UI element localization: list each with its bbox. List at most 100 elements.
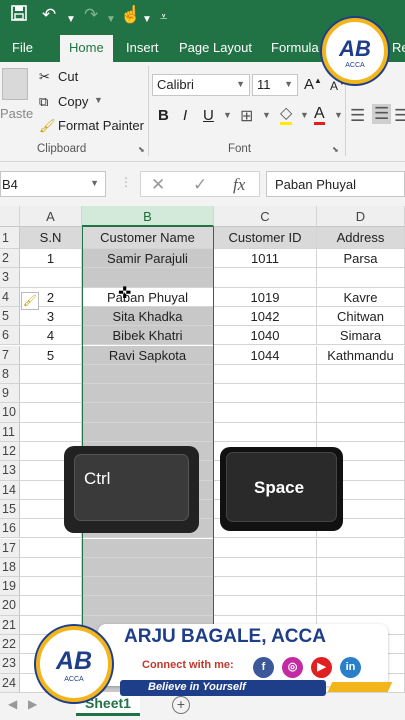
cell[interactable] (317, 268, 405, 288)
cancel-button[interactable]: ✕ (151, 175, 165, 195)
cell[interactable]: Bibek Khatri (82, 326, 214, 346)
cell[interactable]: Samir Parajuli (82, 249, 214, 269)
row-header[interactable]: 2 (0, 249, 20, 269)
save-icon[interactable] (10, 4, 28, 28)
cell[interactable]: Address (317, 227, 405, 249)
cell[interactable] (20, 403, 82, 423)
select-all-corner[interactable] (0, 206, 20, 227)
row-header[interactable]: 16 (0, 519, 20, 539)
cell[interactable] (82, 577, 214, 597)
row-header[interactable]: 10 (0, 403, 20, 423)
cell[interactable] (214, 364, 317, 385)
cell[interactable] (20, 268, 82, 288)
font-color-button[interactable]: A (314, 105, 325, 125)
row-header[interactable]: 5 (0, 306, 20, 327)
cell[interactable] (20, 384, 82, 404)
touch-mode-icon[interactable]: ☝ (120, 4, 141, 26)
cell[interactable]: 5 (20, 345, 82, 365)
font-size-select[interactable]: 11 ▼ (252, 74, 298, 96)
bold-button[interactable]: B (158, 107, 169, 124)
row-header[interactable]: 11 (0, 422, 20, 442)
cell[interactable] (20, 364, 82, 385)
chevron-down-icon[interactable]: ▼ (262, 110, 271, 120)
formula-input[interactable]: Paban Phuyal (266, 171, 405, 197)
cell[interactable] (20, 538, 82, 558)
cell[interactable] (82, 557, 214, 578)
row-header[interactable]: 14 (0, 480, 20, 500)
fill-color-icon[interactable]: ◇ (280, 106, 293, 125)
add-sheet-button[interactable]: + (172, 696, 190, 714)
cell[interactable] (20, 422, 82, 442)
cell[interactable] (82, 364, 214, 385)
row-header[interactable]: 19 (0, 577, 20, 597)
font-name-select[interactable]: Calibri ▼ (152, 74, 250, 96)
facebook-icon[interactable]: f (253, 657, 274, 678)
row-header[interactable]: 23 (0, 654, 20, 674)
chevron-down-icon[interactable]: ▼ (142, 9, 152, 31)
cell[interactable]: 1044 (214, 345, 317, 365)
cell[interactable] (317, 384, 405, 404)
align-left-icon[interactable]: ☰ (350, 106, 365, 126)
row-header[interactable]: 1 (0, 227, 20, 249)
chevron-down-icon[interactable]: ▼ (223, 110, 232, 120)
cell[interactable]: Customer Name (82, 227, 214, 249)
cell[interactable]: S.N (20, 227, 82, 249)
linkedin-icon[interactable]: in (340, 657, 361, 678)
column-header-d[interactable]: D (317, 206, 405, 227)
tab-home[interactable]: Home (60, 35, 113, 62)
cell[interactable] (317, 422, 405, 442)
tab-file[interactable]: File (12, 40, 33, 55)
tab-page-layout[interactable]: Page Layout (179, 40, 252, 55)
cell[interactable]: Sita Khadka (82, 306, 214, 327)
paste-options-icon[interactable]: 🖌 (21, 292, 39, 310)
cell[interactable]: 1040 (214, 326, 317, 346)
chevron-down-icon[interactable]: ▼ (106, 9, 116, 31)
cell[interactable]: Ravi Sapkota (82, 345, 214, 365)
cell[interactable]: Paban Phuyal (82, 287, 214, 307)
cell[interactable] (82, 384, 214, 404)
row-header[interactable]: 7 (0, 345, 20, 365)
italic-button[interactable]: I (183, 107, 187, 124)
tab-review[interactable]: Re (392, 40, 405, 55)
align-center-icon[interactable]: ☰ (372, 104, 392, 124)
row-header[interactable]: 12 (0, 442, 20, 462)
cell[interactable]: Parsa (317, 249, 405, 269)
cell[interactable]: Kathmandu (317, 345, 405, 365)
tab-formulas[interactable]: Formula (271, 40, 319, 55)
cell[interactable] (317, 403, 405, 423)
paste-button[interactable]: Paste (0, 106, 33, 121)
cell[interactable]: Chitwan (317, 306, 405, 327)
cut-button[interactable]: Cut (58, 69, 78, 84)
insert-function-button[interactable]: fx (233, 175, 245, 195)
row-header[interactable]: 21 (0, 615, 20, 635)
cell[interactable] (20, 557, 82, 578)
cell[interactable]: 1042 (214, 306, 317, 327)
cell[interactable] (82, 538, 214, 558)
format-painter-button[interactable]: Format Painter (58, 118, 144, 133)
cell[interactable] (214, 422, 317, 442)
instagram-icon[interactable]: ◎ (282, 657, 303, 678)
cell[interactable] (214, 403, 317, 423)
row-header[interactable]: 24 (0, 673, 20, 692)
cell[interactable] (317, 538, 405, 558)
cell[interactable]: 4 (20, 326, 82, 346)
row-header[interactable]: 15 (0, 499, 20, 520)
cell[interactable]: Customer ID (214, 227, 317, 249)
borders-icon[interactable]: ⊞ (240, 106, 253, 126)
increase-font-icon[interactable]: A▲ (304, 76, 322, 93)
column-header-a[interactable]: A (20, 206, 82, 227)
dialog-launcher-icon[interactable]: ⬊ (332, 145, 339, 154)
copy-button[interactable]: Copy (58, 94, 88, 109)
name-box[interactable]: B4 ▼ (0, 171, 106, 197)
cell[interactable]: 1011 (214, 249, 317, 269)
row-header[interactable]: 8 (0, 364, 20, 385)
row-header[interactable]: 22 (0, 635, 20, 655)
cell[interactable] (317, 577, 405, 597)
cell[interactable] (214, 557, 317, 578)
cell[interactable]: Simara (317, 326, 405, 346)
row-header[interactable]: 20 (0, 596, 20, 616)
cell[interactable] (82, 596, 214, 616)
undo-icon[interactable]: ↶ (42, 4, 56, 26)
row-header[interactable]: 6 (0, 326, 20, 346)
cell[interactable] (214, 596, 317, 616)
